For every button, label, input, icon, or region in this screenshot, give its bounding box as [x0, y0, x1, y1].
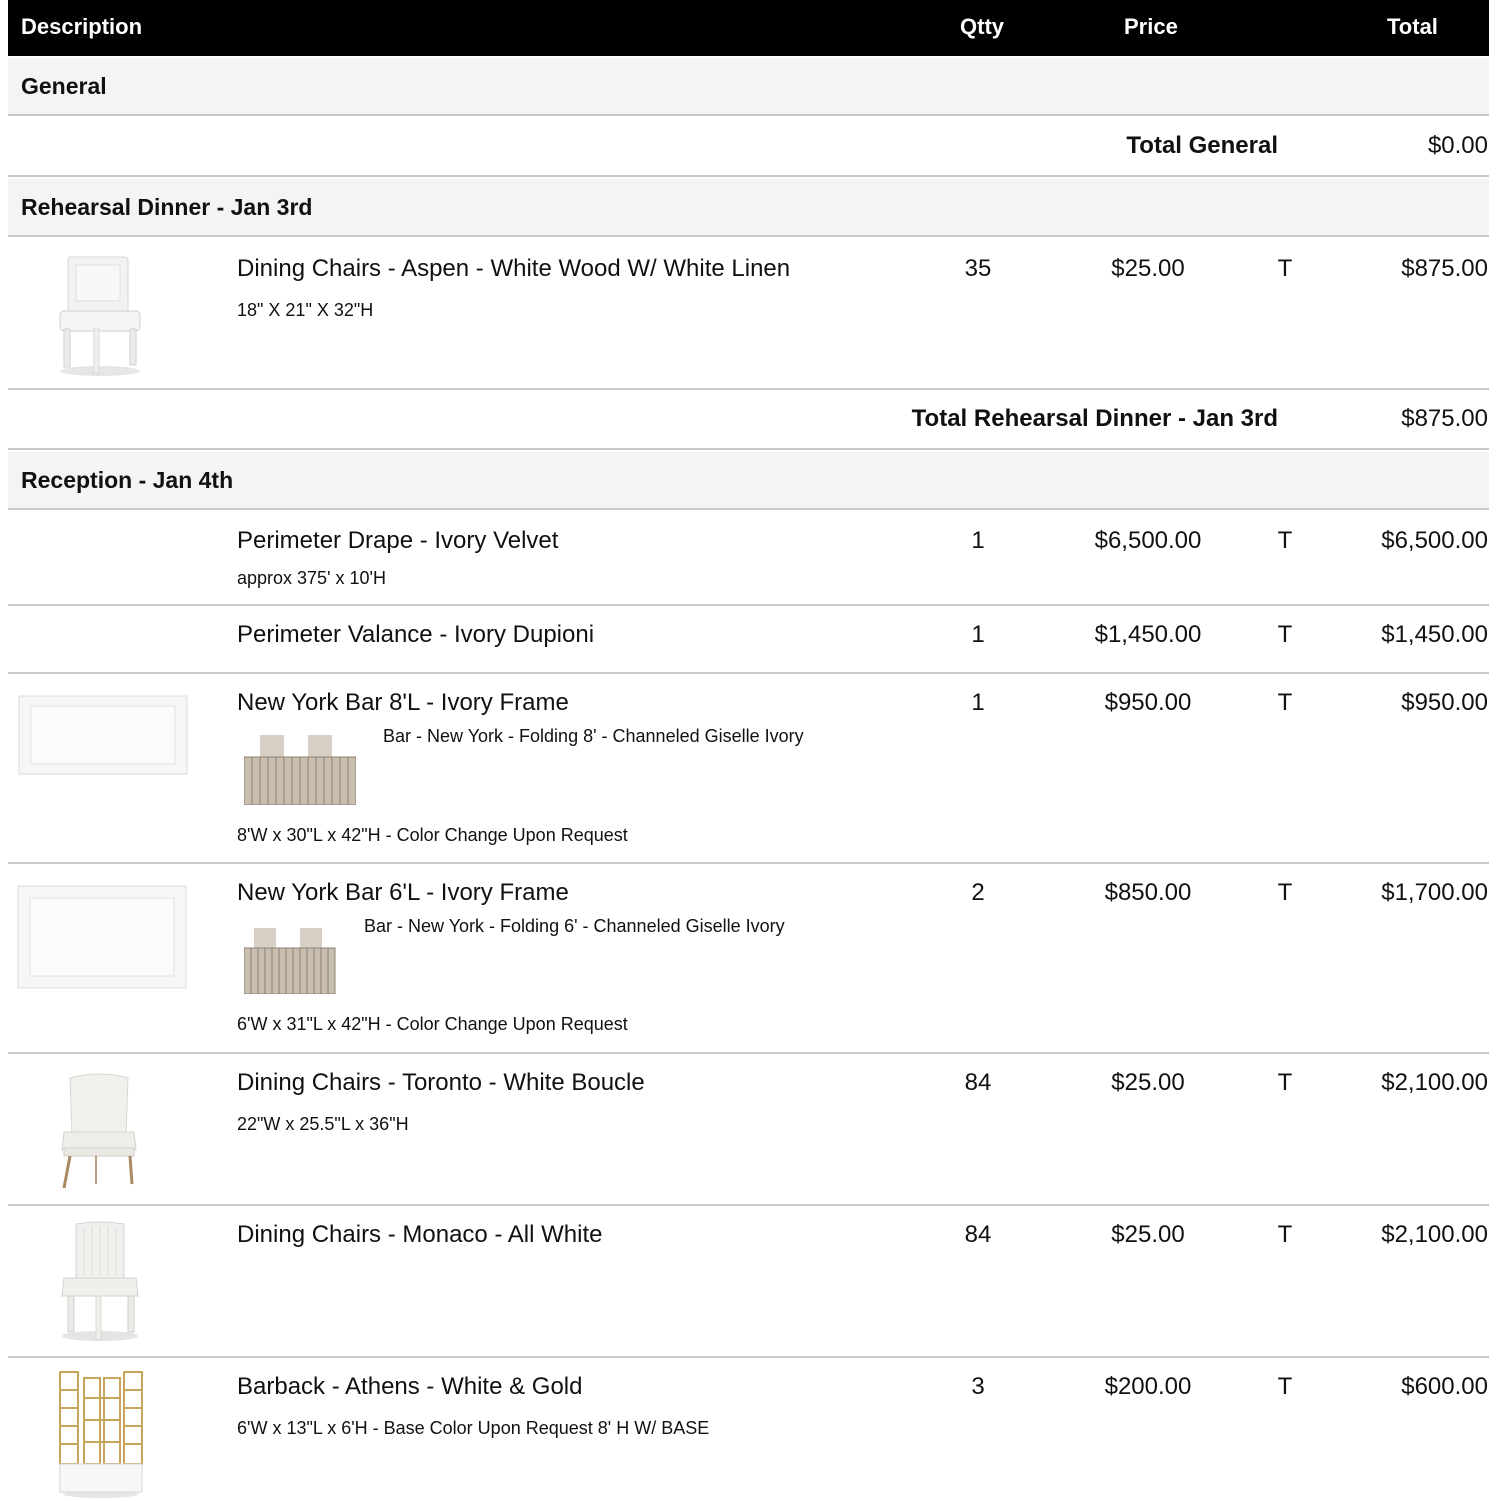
item-tax: T — [1277, 1069, 1293, 1096]
item-name: Perimeter Drape - Ivory Velvet — [237, 527, 559, 554]
item-price: $25.00 — [1111, 1221, 1185, 1248]
item-qty: 1 — [971, 621, 985, 648]
chair-aspen-image — [59, 256, 141, 376]
line-item: New York Bar 8'L - Ivory Frame Bar - New… — [8, 674, 1489, 864]
item-qty: 2 — [971, 879, 985, 906]
header-total: Total — [1387, 14, 1438, 39]
item-detail: 6'W x 13"L x 6'H - Base Color Upon Reque… — [237, 1418, 710, 1438]
item-tax: T — [1277, 1373, 1293, 1400]
line-item: Dining Chairs - Monaco - All White 84 $2… — [8, 1206, 1489, 1358]
item-price: $850.00 — [1104, 879, 1192, 906]
line-item: Barback - Athens - White & Gold 6'W x 13… — [8, 1358, 1489, 1501]
line-item: Perimeter Drape - Ivory Velvet approx 37… — [8, 512, 1489, 606]
line-item: Perimeter Valance - Ivory Dupioni 1 $1,4… — [8, 606, 1489, 674]
header-description: Description — [21, 14, 143, 39]
chair-toronto-image — [61, 1073, 137, 1189]
item-qty: 84 — [964, 1069, 992, 1096]
item-tax: T — [1277, 255, 1293, 282]
subtotal-amount: $0.00 — [1427, 132, 1488, 159]
item-option: Bar - New York - Folding 6' - Channeled … — [364, 916, 785, 936]
section-title: General — [21, 73, 107, 99]
item-price: $25.00 — [1111, 255, 1185, 282]
item-total: $1,700.00 — [1381, 879, 1488, 906]
item-total: $6,500.00 — [1381, 527, 1488, 554]
section-title: Reception - Jan 4th — [21, 467, 234, 493]
item-total: $2,100.00 — [1381, 1069, 1488, 1096]
line-item: Dining Chairs - Aspen - White Wood W/ Wh… — [8, 239, 1489, 390]
bar-frame-image — [17, 885, 187, 989]
item-total: $875.00 — [1401, 255, 1488, 282]
bar-frame-image — [18, 695, 188, 775]
item-price: $6,500.00 — [1094, 527, 1202, 554]
channeled-panel-swatch — [244, 735, 356, 805]
item-total: $950.00 — [1401, 689, 1488, 716]
item-qty: 35 — [964, 255, 992, 282]
channeled-panel-swatch — [244, 928, 336, 994]
item-price: $1,450.00 — [1094, 621, 1202, 648]
subtotal-amount: $875.00 — [1401, 405, 1488, 432]
item-tax: T — [1277, 527, 1293, 554]
item-name: Barback - Athens - White & Gold — [237, 1373, 583, 1400]
item-name: Dining Chairs - Aspen - White Wood W/ Wh… — [237, 255, 791, 282]
item-name: New York Bar 6'L - Ivory Frame — [237, 879, 569, 906]
subtotal-general: Total General $0.00 — [8, 117, 1489, 177]
item-tax: T — [1277, 689, 1293, 716]
item-detail: 18" X 21" X 32"H — [237, 300, 374, 320]
subtotal-label: Total General — [1126, 132, 1278, 159]
item-total: $600.00 — [1401, 1373, 1488, 1400]
section-title: Rehearsal Dinner - Jan 3rd — [21, 194, 313, 220]
subtotal-rehearsal: Total Rehearsal Dinner - Jan 3rd $875.00 — [8, 390, 1489, 450]
item-name: Perimeter Valance - Ivory Dupioni — [237, 621, 595, 648]
item-detail: 6'W x 31"L x 42"H - Color Change Upon Re… — [237, 1014, 628, 1034]
item-price: $950.00 — [1104, 689, 1192, 716]
item-price: $25.00 — [1111, 1069, 1185, 1096]
item-price: $200.00 — [1104, 1373, 1192, 1400]
chair-monaco-image — [61, 1221, 139, 1341]
line-item: New York Bar 6'L - Ivory Frame Bar - New… — [8, 864, 1489, 1054]
table-header: Description Qtty Price Total — [8, 0, 1489, 56]
barback-athens-image — [59, 1371, 143, 1498]
item-qty: 1 — [971, 689, 985, 716]
item-name: Dining Chairs - Toronto - White Boucle — [237, 1069, 645, 1096]
item-tax: T — [1277, 621, 1293, 648]
item-qty: 1 — [971, 527, 985, 554]
item-total: $2,100.00 — [1381, 1221, 1488, 1248]
item-qty: 84 — [964, 1221, 992, 1248]
line-item: Dining Chairs - Toronto - White Boucle 2… — [8, 1054, 1489, 1206]
item-qty: 3 — [971, 1373, 985, 1400]
item-tax: T — [1277, 879, 1293, 906]
item-total: $1,450.00 — [1381, 621, 1488, 648]
section-rehearsal: Rehearsal Dinner - Jan 3rd — [8, 179, 1489, 237]
header-qty: Qtty — [960, 14, 1004, 39]
item-name: New York Bar 8'L - Ivory Frame — [237, 689, 569, 716]
subtotal-label: Total Rehearsal Dinner - Jan 3rd — [911, 405, 1278, 432]
section-reception: Reception - Jan 4th — [8, 452, 1489, 510]
item-name: Dining Chairs - Monaco - All White — [237, 1221, 603, 1248]
section-general: General — [8, 58, 1489, 116]
item-detail: 22"W x 25.5"L x 36"H — [237, 1114, 409, 1134]
header-price: Price — [1124, 14, 1178, 39]
item-detail: 8'W x 30"L x 42"H - Color Change Upon Re… — [237, 825, 628, 845]
item-option: Bar - New York - Folding 8' - Channeled … — [383, 726, 804, 746]
item-detail: approx 375' x 10'H — [237, 568, 386, 588]
item-tax: T — [1277, 1221, 1293, 1248]
